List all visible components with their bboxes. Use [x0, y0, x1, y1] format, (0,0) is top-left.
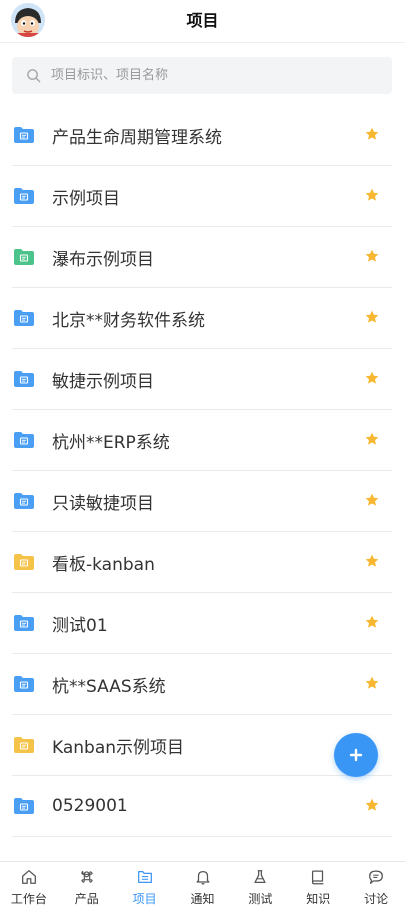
- tab-knowledge[interactable]: 知识: [289, 862, 347, 913]
- project-name: 测试01: [52, 615, 108, 636]
- plus-icon: [349, 748, 363, 762]
- tab-label: 工作台: [10, 892, 47, 906]
- star-icon[interactable]: [364, 248, 380, 264]
- star-icon[interactable]: [364, 492, 380, 508]
- folder-blue-icon: [14, 676, 34, 692]
- header-bar: 项目: [0, 0, 405, 43]
- star-icon[interactable]: [364, 797, 380, 813]
- project-name: Kanban示例项目: [52, 737, 185, 758]
- chat-icon: [369, 870, 384, 884]
- project-name: 示例项目: [52, 188, 120, 209]
- project-icon: [137, 870, 152, 884]
- folder-blue-icon: [14, 310, 34, 326]
- project-name: 瀑布示例项目: [52, 249, 154, 270]
- star-icon[interactable]: [364, 309, 380, 325]
- project-row[interactable]: 瀑布示例项目: [12, 227, 392, 288]
- tab-test[interactable]: 测试: [231, 862, 289, 913]
- folder-yellow-icon: [14, 554, 34, 570]
- project-row[interactable]: 只读敏捷项目: [12, 471, 392, 532]
- tab-discussion[interactable]: 讨论: [347, 862, 405, 913]
- add-project-button[interactable]: [334, 733, 378, 777]
- tab-label: 产品: [74, 892, 99, 906]
- command-icon: [81, 871, 93, 883]
- folder-blue-icon: [14, 371, 34, 387]
- search-icon: [27, 69, 41, 83]
- folder-blue-icon: [14, 798, 34, 814]
- tab-label: 项目: [132, 892, 157, 906]
- tab-project[interactable]: 项目: [116, 862, 174, 913]
- project-row[interactable]: 测试01: [12, 593, 392, 654]
- star-icon[interactable]: [364, 370, 380, 386]
- project-row[interactable]: 杭州**ERP系统: [12, 410, 392, 471]
- project-row[interactable]: 杭**SAAS系统: [12, 654, 392, 715]
- tab-workbench[interactable]: 工作台: [0, 862, 58, 913]
- project-name: 敏捷示例项目: [52, 371, 154, 392]
- project-row[interactable]: 示例项目: [12, 166, 392, 227]
- project-name: 产品生命周期管理系统: [52, 127, 222, 148]
- bell-icon: [196, 870, 209, 885]
- project-row[interactable]: 敏捷示例项目: [12, 349, 392, 410]
- project-name: 杭**SAAS系统: [52, 676, 166, 697]
- star-icon[interactable]: [364, 431, 380, 447]
- project-name: 杭州**ERP系统: [52, 432, 170, 453]
- tab-notification[interactable]: 通知: [174, 862, 232, 913]
- folder-yellow-icon: [14, 737, 34, 753]
- book-icon: [312, 870, 324, 885]
- bottom-tab-bar: 工作台 产品 项目 通知 测试 知识 讨论: [0, 861, 405, 913]
- folder-blue-icon: [14, 615, 34, 631]
- page-title: 项目: [186, 11, 219, 30]
- flask-icon: [254, 870, 266, 884]
- project-name: 看板-kanban: [52, 554, 155, 575]
- star-icon[interactable]: [364, 553, 380, 569]
- home-icon: [21, 870, 36, 884]
- folder-blue-icon: [14, 493, 34, 509]
- tab-product[interactable]: 产品: [58, 862, 116, 913]
- star-icon[interactable]: [364, 126, 380, 142]
- folder-green-icon: [14, 249, 34, 265]
- tab-label: 通知: [190, 892, 215, 906]
- project-row[interactable]: 0529001: [12, 776, 392, 837]
- tab-label: 讨论: [364, 892, 389, 906]
- project-row[interactable]: 看板-kanban: [12, 532, 392, 593]
- folder-blue-icon: [14, 127, 34, 143]
- star-icon[interactable]: [364, 675, 380, 691]
- project-name: 0529001: [52, 796, 128, 816]
- tab-label: 测试: [248, 892, 273, 906]
- folder-blue-icon: [14, 432, 34, 448]
- search-field[interactable]: [49, 67, 353, 84]
- star-icon[interactable]: [364, 614, 380, 630]
- tab-label: 知识: [306, 892, 331, 906]
- project-row[interactable]: 产品生命周期管理系统: [12, 105, 392, 166]
- project-row[interactable]: 北京**财务软件系统: [12, 288, 392, 349]
- project-name: 只读敏捷项目: [52, 493, 154, 514]
- star-icon[interactable]: [364, 187, 380, 203]
- search-input[interactable]: [12, 57, 392, 94]
- project-name: 北京**财务软件系统: [52, 310, 205, 331]
- folder-blue-icon: [14, 188, 34, 204]
